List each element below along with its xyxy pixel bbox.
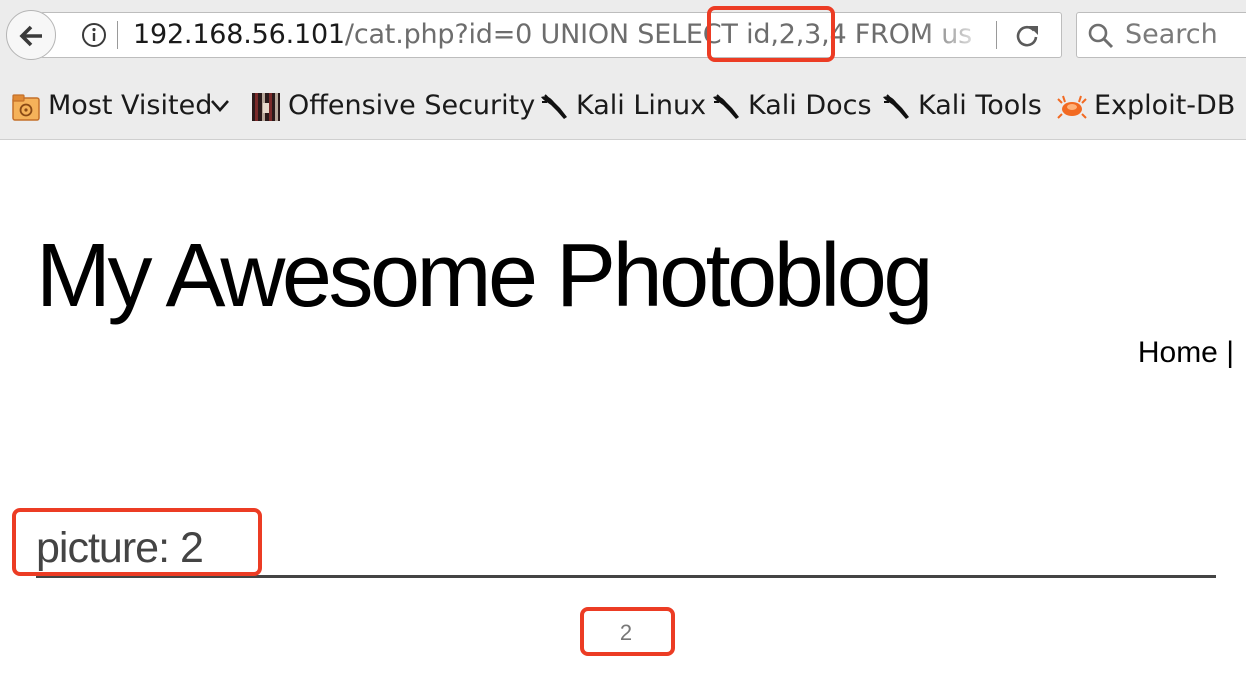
bookmark-offensive-security[interactable]: Offensive Security bbox=[250, 82, 535, 130]
nav-home-link[interactable]: Home | bbox=[1138, 334, 1234, 372]
url-columns-highlight bbox=[707, 6, 835, 62]
back-arrow-icon bbox=[19, 25, 42, 47]
url-bar[interactable]: 192.168.56.101/cat.php?id=0 UNION SELECT… bbox=[40, 12, 1062, 58]
bookmark-label: Kali Linux bbox=[576, 90, 707, 121]
url-fade bbox=[921, 13, 1001, 57]
exploit-db-icon bbox=[1057, 95, 1087, 119]
bookmark-label: Most Visited bbox=[48, 90, 213, 121]
chevron-down-icon bbox=[211, 100, 229, 112]
picture-heading-highlight bbox=[12, 508, 262, 576]
info-icon[interactable] bbox=[81, 22, 107, 48]
url-text[interactable]: 192.168.56.101/cat.php?id=0 UNION SELECT… bbox=[133, 18, 972, 52]
offensive-security-icon bbox=[252, 93, 280, 121]
search-icon bbox=[1088, 23, 1114, 49]
page-title: My Awesome Photoblog bbox=[36, 226, 933, 326]
kali-dragon-icon bbox=[883, 94, 909, 119]
bookmark-label: Kali Tools bbox=[918, 90, 1042, 121]
url-path: /cat.php?id=0 UNION SELECT id,2,3,4 FROM… bbox=[344, 19, 973, 50]
bookmark-exploit-db[interactable]: Exploit-DB bbox=[1056, 82, 1242, 130]
search-placeholder: Search bbox=[1125, 19, 1218, 50]
picture-value-highlight bbox=[580, 607, 675, 656]
navigation-toolbar: 192.168.56.101/cat.php?id=0 UNION SELECT… bbox=[0, 0, 1246, 70]
reload-divider bbox=[996, 21, 997, 49]
bookmark-label: Kali Docs bbox=[748, 90, 872, 121]
url-host: 192.168.56.101 bbox=[133, 19, 345, 50]
kali-dragon-icon bbox=[713, 94, 739, 119]
bookmarks-toolbar: Most Visited Offensive Security Kali Lin… bbox=[0, 82, 1246, 130]
bookmark-label: Offensive Security bbox=[288, 90, 536, 121]
home-link[interactable]: Home | bbox=[1138, 336, 1234, 369]
bookmark-kali-docs[interactable]: Kali Docs bbox=[710, 82, 872, 130]
browser-chrome: 192.168.56.101/cat.php?id=0 UNION SELECT… bbox=[0, 0, 1246, 140]
most-visited-icon bbox=[12, 94, 40, 121]
bookmark-kali-tools[interactable]: Kali Tools bbox=[880, 82, 1044, 130]
bookmark-kali-linux[interactable]: Kali Linux bbox=[538, 82, 706, 130]
back-button[interactable] bbox=[6, 10, 56, 60]
kali-dragon-icon bbox=[541, 94, 567, 119]
reload-icon[interactable] bbox=[1011, 20, 1043, 52]
bookmark-most-visited[interactable]: Most Visited bbox=[10, 82, 242, 130]
url-separator bbox=[117, 21, 118, 49]
search-box[interactable]: Search bbox=[1076, 12, 1246, 58]
bookmark-label: Exploit-DB bbox=[1094, 90, 1236, 121]
